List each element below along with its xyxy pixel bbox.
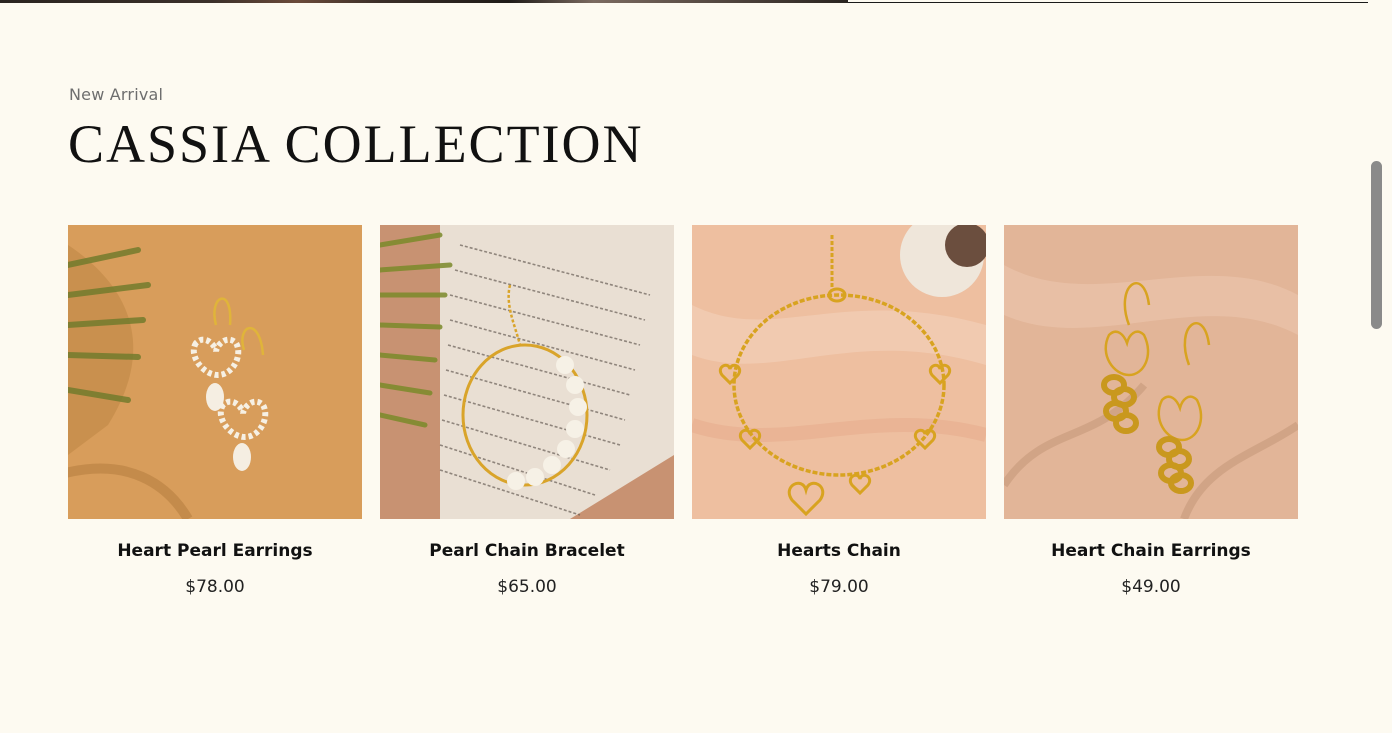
product-grid: Heart Pearl Earrings $78.00 Pearl Chain … xyxy=(68,225,1298,597)
product-title[interactable]: Hearts Chain xyxy=(692,541,986,561)
product-card[interactable]: Hearts Chain $79.00 xyxy=(692,225,986,597)
product-title[interactable]: Pearl Chain Bracelet xyxy=(380,541,674,561)
header-image-strip xyxy=(0,0,848,3)
header-divider xyxy=(848,2,1368,3)
product-title[interactable]: Heart Chain Earrings xyxy=(1004,541,1298,561)
pearl-chain-bracelet-image[interactable] xyxy=(380,225,674,519)
product-price: $78.00 xyxy=(185,577,245,597)
product-price: $79.00 xyxy=(809,577,869,597)
product-title[interactable]: Heart Pearl Earrings xyxy=(68,541,362,561)
scrollbar-track[interactable] xyxy=(1368,0,1392,733)
section-title: CASSIA COLLECTION xyxy=(68,114,644,174)
product-card[interactable]: Heart Chain Earrings $49.00 xyxy=(1004,225,1298,597)
heart-pearl-earrings-image[interactable] xyxy=(68,225,362,519)
hearts-chain-image[interactable] xyxy=(692,225,986,519)
heart-chain-earrings-image[interactable] xyxy=(1004,225,1298,519)
scrollbar-thumb[interactable] xyxy=(1371,161,1382,329)
product-price: $65.00 xyxy=(497,577,557,597)
section-eyebrow: New Arrival xyxy=(69,85,164,104)
product-price: $49.00 xyxy=(1121,577,1181,597)
product-card[interactable]: Pearl Chain Bracelet $65.00 xyxy=(380,225,674,597)
product-card[interactable]: Heart Pearl Earrings $78.00 xyxy=(68,225,362,597)
